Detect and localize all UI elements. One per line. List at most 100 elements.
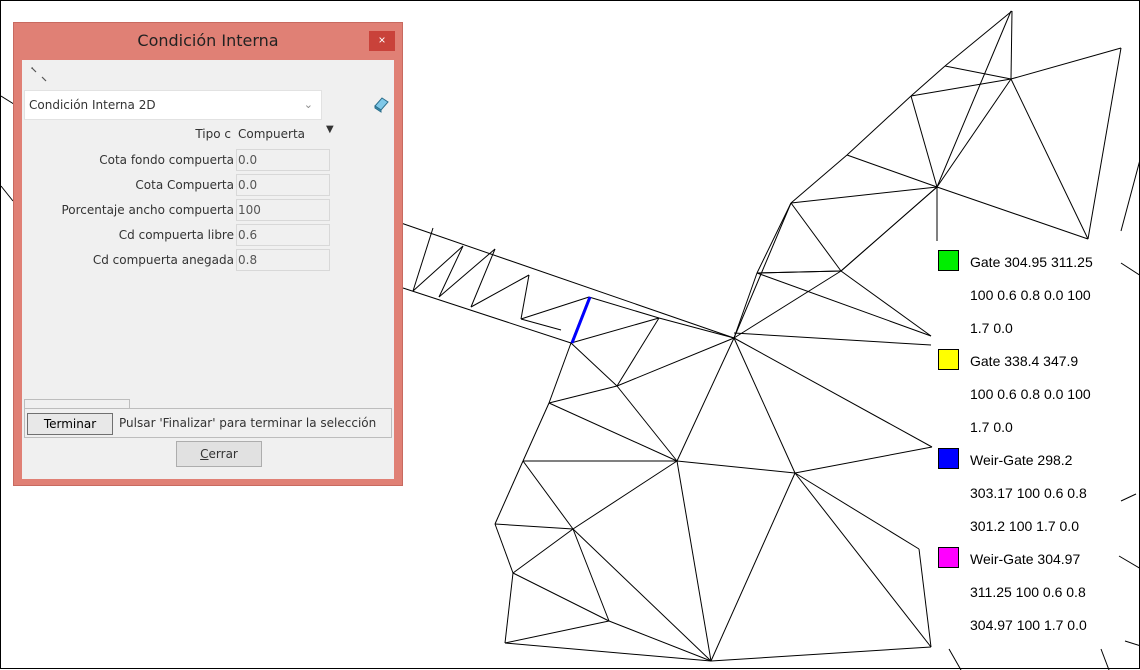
mesh-edge[interactable]	[400, 222, 735, 339]
submerged-gate-cd-field[interactable]: 0.8	[236, 249, 330, 271]
mesh-edge[interactable]	[470, 274, 530, 308]
mesh-edge[interactable]	[794, 472, 920, 550]
mesh-edge[interactable]	[936, 10, 1012, 188]
mesh-edge[interactable]	[438, 245, 464, 298]
mesh-edge[interactable]	[710, 472, 796, 662]
mesh-edge[interactable]	[572, 528, 712, 662]
type-select[interactable]: Compuerta	[238, 127, 305, 141]
mesh-edge[interactable]	[756, 272, 932, 337]
internal-condition-dialog[interactable]: Condición Interna × Condición Interna 2D…	[13, 22, 403, 486]
mesh-edge[interactable]	[910, 95, 938, 188]
select-arrow-icon[interactable]	[28, 65, 50, 85]
mesh-edge[interactable]	[948, 648, 962, 670]
eraser-icon[interactable]	[370, 94, 392, 114]
mesh-edge[interactable]	[512, 572, 610, 622]
type-row: Tipo c Compuerta ▼	[22, 124, 394, 144]
mesh-edge[interactable]	[944, 65, 1012, 80]
mesh-edge[interactable]	[512, 528, 574, 574]
field-row: Cota fondo compuerta 0.0	[22, 149, 394, 171]
mesh-edge[interactable]	[494, 460, 524, 525]
legend-entry: Gate 304.95 311.25 100 0.6 0.8 0.0 100 1…	[937, 249, 1140, 348]
mesh-edge[interactable]	[548, 342, 572, 404]
mesh-edge[interactable]	[733, 202, 792, 339]
mesh-edge[interactable]	[733, 272, 758, 339]
mesh-edge[interactable]	[756, 202, 792, 274]
mesh-edge[interactable]	[1087, 47, 1122, 240]
mesh-edge[interactable]	[494, 523, 574, 530]
mesh-edge[interactable]	[438, 248, 496, 298]
legend-entry: Weir-Gate 304.97 311.25 100 0.6 0.8 304.…	[937, 546, 1140, 645]
legend-text: Weir-Gate 304.97	[970, 551, 1081, 567]
chevron-down-icon[interactable]: ⌄	[304, 91, 313, 119]
mesh-edge[interactable]	[616, 385, 678, 462]
mesh-edge[interactable]	[548, 402, 678, 462]
mesh-edge[interactable]	[733, 337, 796, 474]
gate-elevation-field[interactable]: 0.0	[236, 174, 330, 196]
close-icon[interactable]: ×	[369, 31, 395, 51]
mesh-edge[interactable]	[710, 646, 932, 662]
mesh-edge[interactable]	[504, 620, 610, 644]
mesh-edge[interactable]	[520, 274, 530, 320]
mesh-edge[interactable]	[733, 332, 932, 346]
mesh-edge[interactable]	[572, 528, 610, 622]
mesh-edge[interactable]	[608, 620, 712, 662]
mesh-edge[interactable]	[548, 385, 618, 404]
mesh-edge[interactable]	[616, 337, 735, 387]
mesh-edge[interactable]	[846, 95, 912, 156]
mesh-edge[interactable]	[840, 186, 938, 272]
close-button[interactable]: Cerrar	[176, 441, 262, 467]
legend: Gate 304.95 311.25 100 0.6 0.8 0.0 100 1…	[937, 249, 1140, 645]
dialog-body: Condición Interna 2D ⌄ Tipo c Compuerta …	[22, 60, 394, 479]
mesh-edge[interactable]	[910, 78, 1012, 97]
mesh-edge[interactable]	[1120, 156, 1140, 232]
mesh-edge[interactable]	[520, 296, 590, 320]
mesh-edge[interactable]	[1010, 78, 1089, 240]
status-text: Pulsar 'Finalizar' para terminar la sele…	[119, 416, 377, 430]
free-gate-cd-field[interactable]: 0.6	[236, 224, 330, 246]
gate-bottom-elevation-field[interactable]: 0.0	[236, 149, 330, 171]
mesh-edge[interactable]	[494, 523, 514, 574]
mesh-edge[interactable]	[658, 317, 735, 339]
legend-text: Gate 338.4 347.9	[970, 353, 1079, 369]
mesh-edge[interactable]	[936, 78, 1012, 188]
mesh-edge[interactable]	[733, 337, 933, 448]
legend-entry: Gate 338.4 347.9 100 0.6 0.8 0.0 100 1.7…	[937, 348, 1140, 447]
mesh-edge[interactable]	[944, 10, 1013, 67]
mesh-edge[interactable]	[790, 154, 848, 204]
mesh-edge[interactable]	[794, 446, 933, 474]
mesh-edge[interactable]	[756, 270, 842, 274]
mesh-edge[interactable]	[1010, 10, 1013, 80]
finish-button[interactable]: Terminar	[27, 413, 113, 435]
field-label: Cota fondo compuerta	[99, 153, 234, 167]
mesh-edge[interactable]	[790, 186, 938, 204]
mesh-edge[interactable]	[733, 270, 842, 339]
mesh-edge[interactable]	[572, 460, 678, 530]
gate-width-percent-field[interactable]: 100	[236, 199, 330, 221]
legend-text: 1.7 0.0	[970, 419, 1013, 435]
mesh-edge[interactable]	[522, 402, 550, 462]
dropdown-triangle-icon[interactable]: ▼	[326, 124, 334, 135]
mesh-edge[interactable]	[676, 460, 796, 474]
mesh-edge[interactable]	[794, 472, 932, 648]
selected-gate-edge[interactable]	[570, 296, 592, 344]
mesh-edge[interactable]	[1010, 47, 1122, 80]
mesh-edge[interactable]	[570, 342, 618, 387]
mesh-edge[interactable]	[676, 337, 735, 462]
mesh-edge[interactable]	[790, 202, 842, 272]
mesh-edge[interactable]	[504, 642, 712, 662]
mesh-edge[interactable]	[1, 185, 14, 202]
mesh-edge[interactable]	[936, 186, 1089, 240]
condition-type-combo[interactable]: Condición Interna 2D ⌄	[24, 90, 322, 120]
dialog-titlebar[interactable]: Condición Interna ×	[14, 23, 402, 59]
mesh-edge[interactable]	[840, 270, 932, 337]
mesh-edge[interactable]	[1100, 648, 1110, 670]
mesh-edge[interactable]	[846, 154, 938, 188]
mesh-edge[interactable]	[504, 572, 514, 644]
mesh-edge[interactable]	[522, 460, 574, 530]
legend-text: 301.2 100 1.7 0.0	[970, 518, 1079, 534]
mesh-edge[interactable]	[402, 287, 572, 344]
field-label: Cd compuerta anegada	[92, 253, 234, 267]
mesh-edge[interactable]	[470, 248, 496, 308]
mesh-edge[interactable]	[676, 460, 712, 662]
mesh-edge[interactable]	[918, 548, 932, 648]
